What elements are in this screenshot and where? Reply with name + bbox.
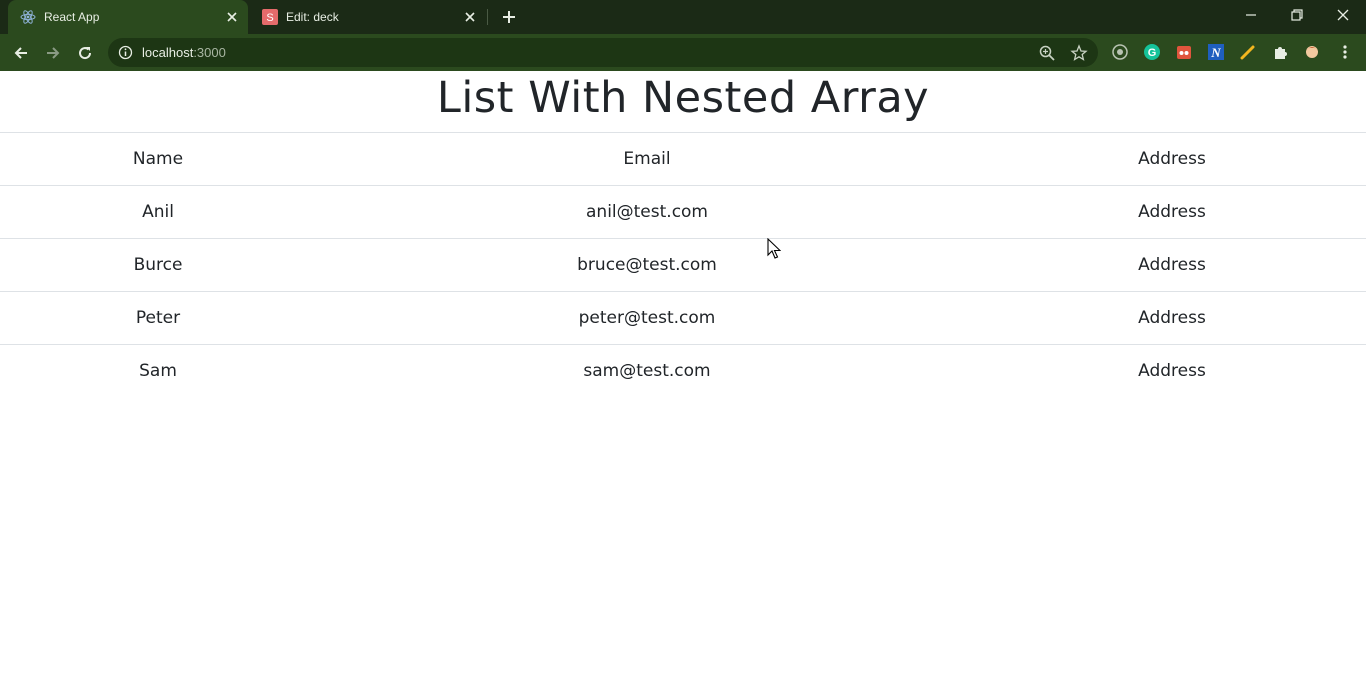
cell-name: Sam: [0, 344, 316, 398]
svg-text:G: G: [1148, 47, 1157, 59]
page-title: List With Nested Array: [436, 73, 930, 123]
url-text: localhost:3000: [142, 45, 226, 60]
pencil-extension-icon[interactable]: [1239, 43, 1257, 61]
tab-title: React App: [44, 10, 100, 24]
column-header-address: Address: [978, 132, 1366, 186]
tab-edit-deck[interactable]: S Edit: deck: [250, 0, 486, 34]
grammarly-icon[interactable]: G: [1143, 43, 1161, 61]
close-tab-icon[interactable]: [222, 7, 242, 27]
column-header-email: Email: [316, 132, 978, 186]
cell-email: bruce@test.com: [316, 238, 978, 292]
bookmark-star-icon[interactable]: [1070, 44, 1088, 62]
page-content: List With Nested Array Name Email Addres…: [0, 71, 1366, 691]
cell-email: sam@test.com: [316, 344, 978, 398]
tab-separator: [487, 9, 488, 25]
column-header-name: Name: [0, 132, 316, 186]
cell-email: anil@test.com: [316, 185, 978, 239]
cell-name: Burce: [0, 238, 316, 292]
info-icon[interactable]: [118, 45, 133, 60]
back-icon[interactable]: [8, 40, 34, 66]
cell-address: Address: [978, 291, 1366, 345]
target-extension-icon[interactable]: [1111, 43, 1129, 61]
new-tab-icon[interactable]: [497, 5, 521, 29]
forward-icon[interactable]: [40, 40, 66, 66]
cell-email: peter@test.com: [316, 291, 978, 345]
menu-kebab-icon[interactable]: [1336, 43, 1354, 61]
cell-name: Peter: [0, 291, 316, 345]
table-row: Peter peter@test.com Address: [0, 291, 1366, 345]
users-table: Name Email Address Anil anil@test.com Ad…: [0, 132, 1366, 398]
cell-address: Address: [978, 238, 1366, 292]
tab-strip: React App S Edit: deck: [0, 0, 1366, 34]
reload-icon[interactable]: [72, 40, 98, 66]
url-port: :3000: [193, 45, 226, 60]
cell-address: Address: [978, 344, 1366, 398]
table-row: Burce bruce@test.com Address: [0, 238, 1366, 292]
url-host: localhost: [142, 45, 194, 60]
svg-text:N: N: [1210, 45, 1221, 60]
table-row: Sam sam@test.com Address: [0, 344, 1366, 398]
close-tab-icon[interactable]: [460, 7, 480, 27]
n-extension-icon[interactable]: N: [1207, 43, 1225, 61]
svg-text:S: S: [266, 12, 273, 24]
cell-name: Anil: [0, 185, 316, 239]
table-header-row: Name Email Address: [0, 132, 1366, 186]
restore-icon[interactable]: [1274, 0, 1320, 30]
table-row: Anil anil@test.com Address: [0, 185, 1366, 239]
zoom-icon[interactable]: [1038, 44, 1056, 62]
tab-react-app[interactable]: React App: [8, 0, 248, 34]
cell-address: Address: [978, 185, 1366, 239]
minimize-icon[interactable]: [1228, 0, 1274, 30]
s-letter-icon: S: [262, 9, 278, 25]
address-bar[interactable]: localhost:3000: [108, 38, 1098, 67]
mouse-cursor-icon: [767, 237, 782, 260]
react-icon: [20, 9, 36, 25]
tab-title: Edit: deck: [286, 10, 339, 24]
close-window-icon[interactable]: [1320, 0, 1366, 30]
red-extension-icon[interactable]: [1175, 43, 1193, 61]
extensions-puzzle-icon[interactable]: [1271, 43, 1289, 61]
profile-avatar-icon[interactable]: [1303, 43, 1321, 61]
browser-toolbar: localhost:3000: [0, 34, 1366, 71]
